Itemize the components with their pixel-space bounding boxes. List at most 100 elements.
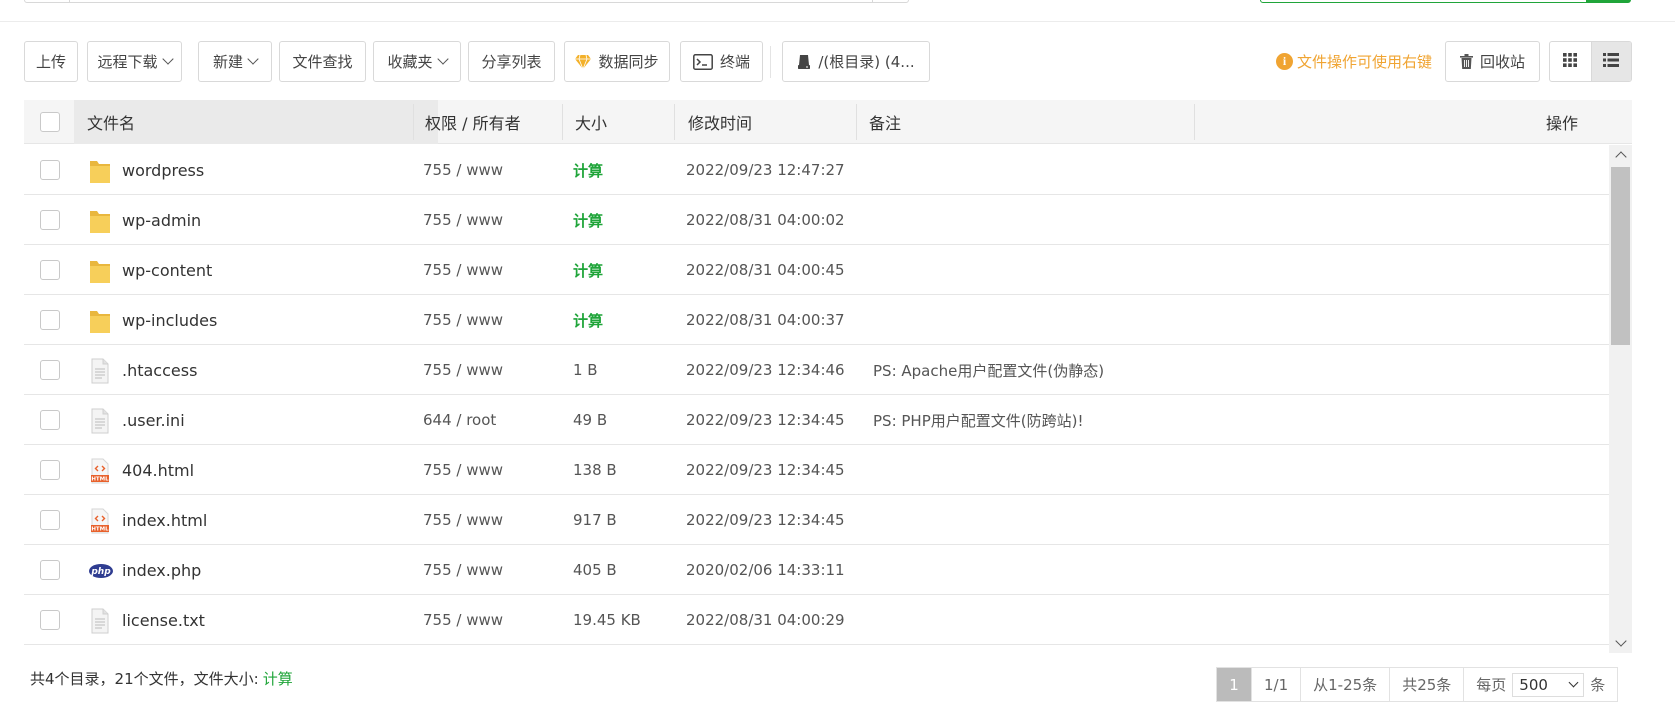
table-row[interactable]: wp-admin 755 / www 计算 2022/08/31 04:00:02 bbox=[24, 195, 1609, 245]
file-name[interactable]: wp-admin bbox=[122, 195, 201, 245]
table-row[interactable]: .user.ini 644 / root 49 B 2022/09/23 12:34:… bbox=[24, 395, 1609, 445]
total-size-calc-link[interactable]: 计算 bbox=[263, 668, 293, 689]
row-checkbox[interactable] bbox=[40, 410, 60, 430]
row-checkbox[interactable] bbox=[40, 560, 60, 580]
pagination: 1 1/1 从1-25条 共25条 每页 500 条 bbox=[1216, 667, 1619, 702]
file-mtime: 2022/09/23 12:34:45 bbox=[686, 411, 845, 429]
table-row[interactable]: HTML 404.html 755 / www 138 B 2022/09/23 12:… bbox=[24, 445, 1609, 495]
page-of: 1/1 bbox=[1252, 668, 1302, 701]
file-size[interactable]: 计算 bbox=[573, 295, 603, 345]
table-row[interactable]: license.txt 755 / www 19.45 KB 2022/08/31 0… bbox=[24, 595, 1609, 645]
file-perm[interactable]: 644 / root bbox=[423, 395, 496, 445]
file-name[interactable]: .user.ini bbox=[122, 395, 185, 445]
file-note[interactable]: PS: PHP用户配置文件(防跨站)! bbox=[873, 395, 1083, 445]
per-page-select[interactable]: 500 bbox=[1512, 672, 1585, 697]
column-perm[interactable]: 权限 / 所有者 bbox=[425, 100, 521, 144]
file-name[interactable]: .htaccess bbox=[122, 345, 197, 395]
column-divider bbox=[413, 104, 414, 140]
file-perm[interactable]: 755 / www bbox=[423, 295, 503, 345]
file-perm[interactable]: 755 / www bbox=[423, 345, 503, 395]
table-row[interactable]: wp-includes 755 / www 计算 2022/08/31 04:00:3… bbox=[24, 295, 1609, 345]
file-mtime: 2022/08/31 04:00:29 bbox=[686, 611, 845, 629]
html-file-icon: HTML bbox=[88, 457, 112, 485]
scroll-up-button[interactable] bbox=[1609, 145, 1632, 165]
chevron-down-icon bbox=[161, 53, 174, 65]
svg-text:HTML: HTML bbox=[91, 477, 109, 483]
file-name[interactable]: index.php bbox=[122, 545, 201, 595]
new-button[interactable]: 新建 bbox=[198, 41, 272, 82]
file-perm[interactable]: 755 / www bbox=[423, 495, 503, 545]
folder-icon bbox=[88, 307, 112, 335]
disk-icon bbox=[797, 54, 811, 70]
diamond-icon bbox=[575, 54, 592, 69]
row-checkbox[interactable] bbox=[40, 360, 60, 380]
column-name[interactable]: 文件名 bbox=[74, 100, 438, 144]
row-checkbox[interactable] bbox=[40, 610, 60, 630]
table-row[interactable]: php index.php 755 / www 405 B 2020/02/06 14:… bbox=[24, 545, 1609, 595]
file-perm[interactable]: 755 / www bbox=[423, 245, 503, 295]
path-disk-button[interactable]: /(根目录) (4... bbox=[782, 41, 930, 82]
new-label: 新建 bbox=[212, 53, 243, 71]
upload-label: 上传 bbox=[35, 53, 66, 71]
file-note[interactable]: PS: Apache用户配置文件(伪静态) bbox=[873, 345, 1104, 395]
file-perm[interactable]: 755 / www bbox=[423, 145, 503, 195]
info-icon: i bbox=[1276, 53, 1293, 70]
share-list-button[interactable]: 分享列表 bbox=[468, 41, 555, 82]
table-row[interactable]: wp-content 755 / www 计算 2022/08/31 04:00:45 bbox=[24, 245, 1609, 295]
path-label: /(根目录) (4... bbox=[818, 53, 915, 71]
row-select-cell bbox=[40, 595, 60, 645]
file-size[interactable]: 计算 bbox=[573, 195, 603, 245]
file-perm[interactable]: 755 / www bbox=[423, 445, 503, 495]
file-perm[interactable]: 755 / www bbox=[423, 545, 503, 595]
vertical-scrollbar[interactable] bbox=[1609, 145, 1632, 653]
file-name[interactable]: wordpress bbox=[122, 145, 204, 195]
row-checkbox[interactable] bbox=[40, 260, 60, 280]
row-checkbox[interactable] bbox=[40, 310, 60, 330]
row-select-cell bbox=[40, 145, 60, 195]
file-size[interactable]: 计算 bbox=[573, 245, 603, 295]
file-name[interactable]: license.txt bbox=[122, 595, 205, 645]
search-button-partial[interactable] bbox=[1586, 0, 1630, 2]
list-view-button[interactable] bbox=[1590, 42, 1631, 81]
grid-view-button[interactable] bbox=[1550, 42, 1591, 81]
row-checkbox[interactable] bbox=[40, 210, 60, 230]
row-checkbox[interactable] bbox=[40, 160, 60, 180]
file-perm[interactable]: 755 / www bbox=[423, 195, 503, 245]
table-row[interactable]: .htaccess 755 / www 1 B 2022/09/23 12:34:46… bbox=[24, 345, 1609, 395]
php-file-icon: php bbox=[88, 557, 113, 585]
file-mtime: 2022/08/31 04:00:02 bbox=[686, 211, 845, 229]
recycle-bin-button[interactable]: 回收站 bbox=[1445, 41, 1540, 82]
select-all-checkbox[interactable] bbox=[40, 112, 60, 132]
row-checkbox[interactable] bbox=[40, 460, 60, 480]
row-select-cell bbox=[40, 445, 60, 495]
text-file-icon bbox=[88, 407, 112, 435]
row-checkbox[interactable] bbox=[40, 510, 60, 530]
column-mtime[interactable]: 修改时间 bbox=[688, 100, 752, 144]
data-sync-button[interactable]: 数据同步 bbox=[564, 41, 670, 82]
file-size: 1 B bbox=[573, 361, 598, 379]
file-size[interactable]: 计算 bbox=[573, 145, 603, 195]
file-toolbar: 上传 远程下载 新建 文件查找 收藏夹 分享列表 数据同步 终端 /(根目录) … bbox=[24, 41, 1632, 82]
table-row[interactable]: HTML index.html 755 / www 917 B 2022/09/23 1… bbox=[24, 495, 1609, 545]
summary-text: 共4个目录，21个文件，文件大小: bbox=[30, 670, 259, 688]
remote-download-button[interactable]: 远程下载 bbox=[87, 41, 182, 82]
file-size: 19.45 KB bbox=[573, 611, 641, 629]
file-name[interactable]: wp-includes bbox=[122, 295, 217, 345]
path-input-partial[interactable] bbox=[24, 0, 909, 3]
file-name[interactable]: index.html bbox=[122, 495, 207, 545]
page-current[interactable]: 1 bbox=[1217, 668, 1252, 701]
scroll-down-button[interactable] bbox=[1609, 633, 1632, 653]
scrollbar-thumb[interactable] bbox=[1611, 167, 1630, 345]
file-name[interactable]: wp-content bbox=[122, 245, 212, 295]
upload-button[interactable]: 上传 bbox=[24, 41, 78, 82]
column-size[interactable]: 大小 bbox=[575, 100, 607, 144]
terminal-button[interactable]: 终端 bbox=[680, 41, 763, 82]
file-name[interactable]: 404.html bbox=[122, 445, 194, 495]
file-search-button[interactable]: 文件查找 bbox=[279, 41, 366, 82]
favorites-button[interactable]: 收藏夹 bbox=[373, 41, 461, 82]
search-box-partial[interactable] bbox=[1260, 0, 1631, 3]
table-row[interactable]: wordpress 755 / www 计算 2022/09/23 12:47:27 bbox=[24, 145, 1609, 195]
file-perm[interactable]: 755 / www bbox=[423, 595, 503, 645]
column-divider bbox=[674, 104, 675, 140]
row-select-cell bbox=[40, 345, 60, 395]
